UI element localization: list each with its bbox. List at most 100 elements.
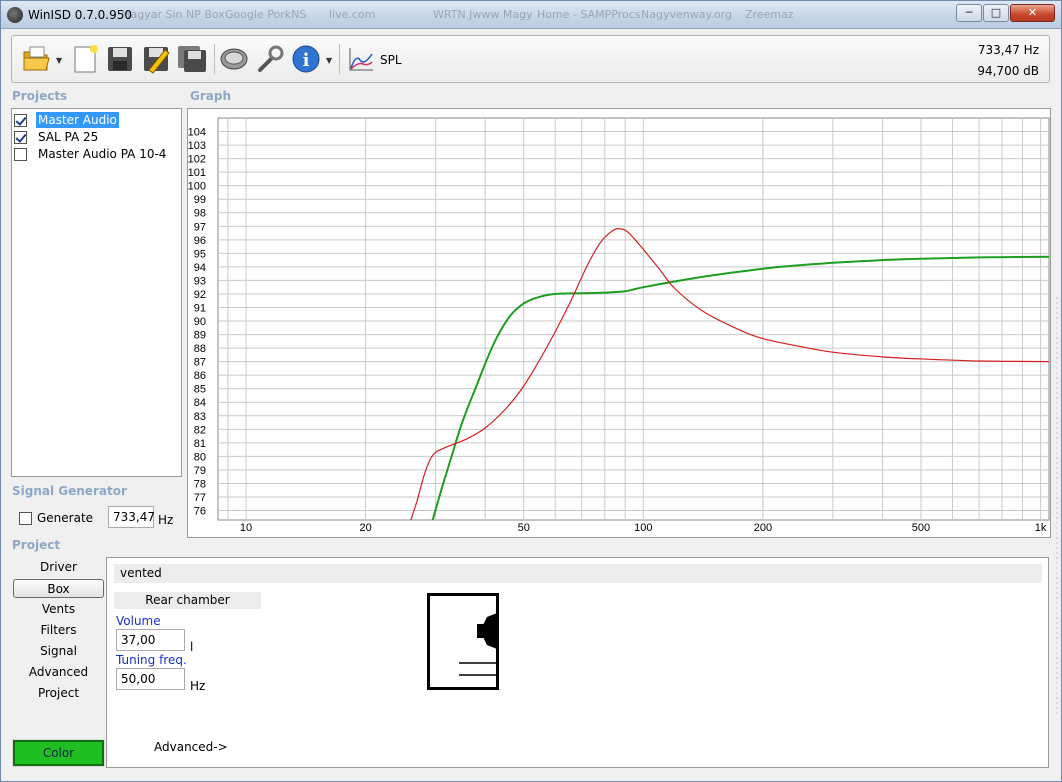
volume-label: Volume	[116, 614, 161, 628]
open-button[interactable]	[20, 42, 52, 76]
window-title: WinISD 0.7.0.950	[28, 8, 133, 22]
generator-frequency-input[interactable]: 733,47	[108, 506, 155, 528]
save-icon	[108, 47, 132, 71]
project-checkbox[interactable]	[14, 113, 27, 127]
generate-label[interactable]: Generate	[37, 511, 93, 525]
project-item[interactable]: Master Audio	[14, 112, 180, 128]
nav-vents[interactable]: Vents	[13, 600, 104, 619]
new-icon	[74, 45, 98, 73]
y-tick-label: 82	[194, 424, 206, 436]
toolbar-separator	[339, 44, 340, 74]
save-as-icon	[144, 47, 170, 74]
background-tab: Nagyvenway.org	[641, 8, 732, 21]
tools-button[interactable]	[254, 42, 286, 76]
project-checkbox[interactable]	[14, 147, 27, 161]
project-item[interactable]: Master Audio PA 10-4	[14, 146, 180, 162]
x-tick-label: 10	[240, 522, 252, 534]
save-all-icon	[178, 46, 206, 72]
y-tick-label: 99	[194, 194, 206, 206]
y-tick-label: 81	[194, 438, 206, 450]
frequency-readout: 733,47 Hz	[977, 43, 1039, 57]
maximize-button[interactable]: □	[983, 4, 1009, 22]
nav-driver[interactable]: Driver	[13, 558, 104, 577]
project-checkbox[interactable]	[14, 130, 27, 144]
y-tick-label: 76	[194, 506, 206, 518]
y-tick-label: 94	[194, 262, 206, 274]
save-as-button[interactable]	[140, 42, 172, 76]
y-tick-label: 103	[188, 140, 206, 152]
driver-icon	[220, 48, 248, 70]
y-tick-label: 93	[194, 275, 206, 287]
graph-type-label[interactable]: SPL	[380, 53, 402, 67]
open-dropdown-icon[interactable]: ▼	[56, 56, 64, 65]
project-section-label: Project	[12, 538, 61, 552]
box-settings-panel	[106, 557, 1049, 768]
y-tick-label: 97	[194, 221, 206, 233]
signal-generator-label: Signal Generator	[12, 484, 127, 498]
spl-graph-icon	[349, 48, 373, 71]
save-all-button[interactable]	[176, 42, 208, 76]
volume-input[interactable]: 37,00	[116, 629, 185, 651]
y-tick-label: 104	[188, 127, 206, 139]
x-tick-label: 50	[518, 522, 530, 534]
about-button[interactable]: i	[290, 42, 322, 76]
y-tick-label: 84	[194, 397, 206, 409]
advanced-link[interactable]: Advanced->	[154, 740, 228, 754]
rear-chamber-header: Rear chamber	[114, 592, 261, 609]
generate-row[interactable]: Generate	[19, 508, 93, 528]
projects-label: Projects	[12, 89, 68, 103]
plot-area	[217, 117, 1050, 521]
y-tick-label: 87	[194, 357, 206, 369]
color-button[interactable]: Color	[12, 739, 105, 767]
spl-chart[interactable]: 7677787980818283848586878889909192939495…	[188, 109, 1050, 537]
y-tick-label: 85	[194, 384, 206, 396]
y-tick-label: 91	[194, 302, 206, 314]
project-item[interactable]: SAL PA 25	[14, 129, 180, 145]
title-bar[interactable]: WinISD 0.7.0.950 Magyar Sin NP BoxGoogle…	[1, 1, 1061, 29]
background-tab: Google PorkNS	[225, 8, 307, 21]
generate-checkbox[interactable]	[19, 511, 32, 525]
close-button[interactable]: ✕	[1010, 4, 1055, 22]
box-type-selector[interactable]: vented	[114, 564, 1042, 583]
y-tick-label: 98	[194, 208, 206, 220]
nav-advanced[interactable]: Advanced	[13, 663, 104, 682]
background-tab: Magyar Sin NP Box	[121, 8, 225, 21]
vented-box-diagram	[427, 593, 499, 690]
project-label[interactable]: Master Audio	[36, 112, 119, 128]
y-tick-label: 102	[188, 154, 206, 166]
project-label[interactable]: SAL PA 25	[36, 129, 100, 145]
about-dropdown-icon[interactable]: ▼	[326, 56, 334, 65]
volume-unit: l	[190, 640, 194, 654]
app-window: WinISD 0.7.0.950 Magyar Sin NP BoxGoogle…	[0, 0, 1062, 782]
minimize-button[interactable]: ─	[956, 4, 982, 22]
graph-type-button[interactable]	[345, 42, 377, 76]
app-icon[interactable]	[7, 7, 23, 23]
x-tick-label: 20	[360, 522, 372, 534]
x-tick-label: 200	[754, 522, 772, 534]
graph-panel[interactable]: 76 77 78 79 80 81 82 83 84 85 86 87 88 89 90 91 92 93 94 95…	[187, 108, 1051, 538]
nav-project[interactable]: Project	[13, 684, 104, 703]
x-tick-label: 100	[634, 522, 652, 534]
nav-filters[interactable]: Filters	[13, 621, 104, 640]
y-tick-label: 83	[194, 411, 206, 423]
background-tab: live.com	[329, 8, 376, 21]
driver-button[interactable]	[218, 42, 250, 76]
background-browser-tabs: Magyar Sin NP BoxGoogle PorkNS live.com WR…	[121, 7, 951, 25]
background-tab: Zreemaz	[745, 8, 794, 21]
y-tick-label: 100	[188, 181, 206, 193]
level-readout: 94,700 dB	[977, 64, 1039, 78]
nav-box[interactable]: Box	[13, 579, 104, 598]
right-scrollbar[interactable]	[1053, 37, 1061, 767]
save-button[interactable]	[104, 42, 136, 76]
generator-frequency-unit: Hz	[158, 513, 174, 527]
y-tick-label: 89	[194, 330, 206, 342]
nav-signal[interactable]: Signal	[13, 642, 104, 661]
toolbar: ▼ i ▼ SPL 733,47 Hz 94,700 dB	[11, 35, 1050, 83]
projects-list[interactable]: Master Audio SAL PA 25 Master Audio PA 1…	[11, 108, 182, 477]
y-tick-label: 90	[194, 316, 206, 328]
project-label[interactable]: Master Audio PA 10-4	[36, 146, 168, 162]
tuning-freq-input[interactable]: 50,00	[116, 668, 185, 690]
open-icon	[23, 46, 50, 71]
y-tick-label: 86	[194, 370, 206, 382]
new-button[interactable]	[69, 42, 101, 76]
